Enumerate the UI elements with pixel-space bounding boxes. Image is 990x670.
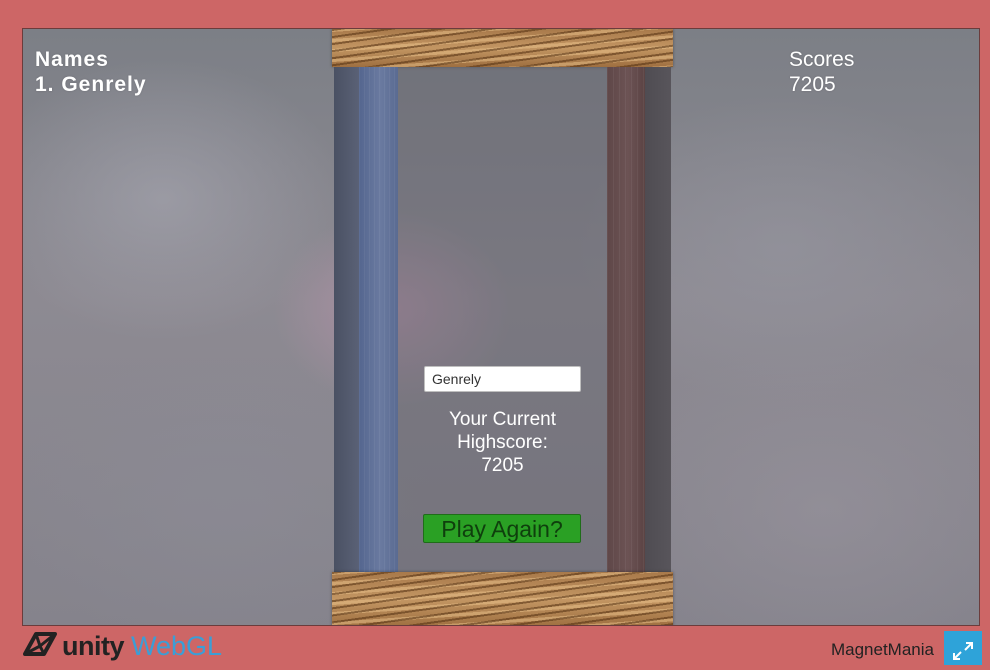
wooden-beam-bottom xyxy=(332,572,673,625)
highscore-label-line2: Highscore: xyxy=(457,432,548,453)
highscore-label-line1: Your Current xyxy=(448,409,557,430)
unity-wordmark: unity xyxy=(62,631,125,661)
game-title: MagnetMania xyxy=(830,640,934,659)
wooden-beam-top xyxy=(332,29,673,67)
left-pillar-shadow xyxy=(334,67,359,572)
left-magnet-pillar xyxy=(359,67,398,572)
names-header: Names xyxy=(35,48,109,71)
current-highscore: Your Current Highscore: 7205 xyxy=(424,408,581,477)
highscore-value: 7205 xyxy=(481,455,524,476)
play-again-button[interactable]: Play Again? xyxy=(423,514,581,543)
unity-cube-icon xyxy=(23,632,57,656)
leaderboard-score-1: 7205 xyxy=(789,73,836,96)
game-canvas[interactable]: Names 1. Genrely Scores 7205 Your Curren… xyxy=(22,28,980,626)
fullscreen-button[interactable] xyxy=(944,631,982,665)
webgl-wordmark: WebGL xyxy=(131,631,223,661)
right-magnet-pillar xyxy=(607,67,645,572)
fullscreen-icon xyxy=(953,642,973,660)
leaderboard-name-1: 1. Genrely xyxy=(35,73,147,96)
right-pillar-shadow xyxy=(645,67,671,572)
unity-webgl-logo: unity WebGL xyxy=(22,631,222,661)
scores-header: Scores xyxy=(789,48,855,71)
center-panel xyxy=(398,67,607,572)
player-name-input[interactable] xyxy=(424,366,581,392)
